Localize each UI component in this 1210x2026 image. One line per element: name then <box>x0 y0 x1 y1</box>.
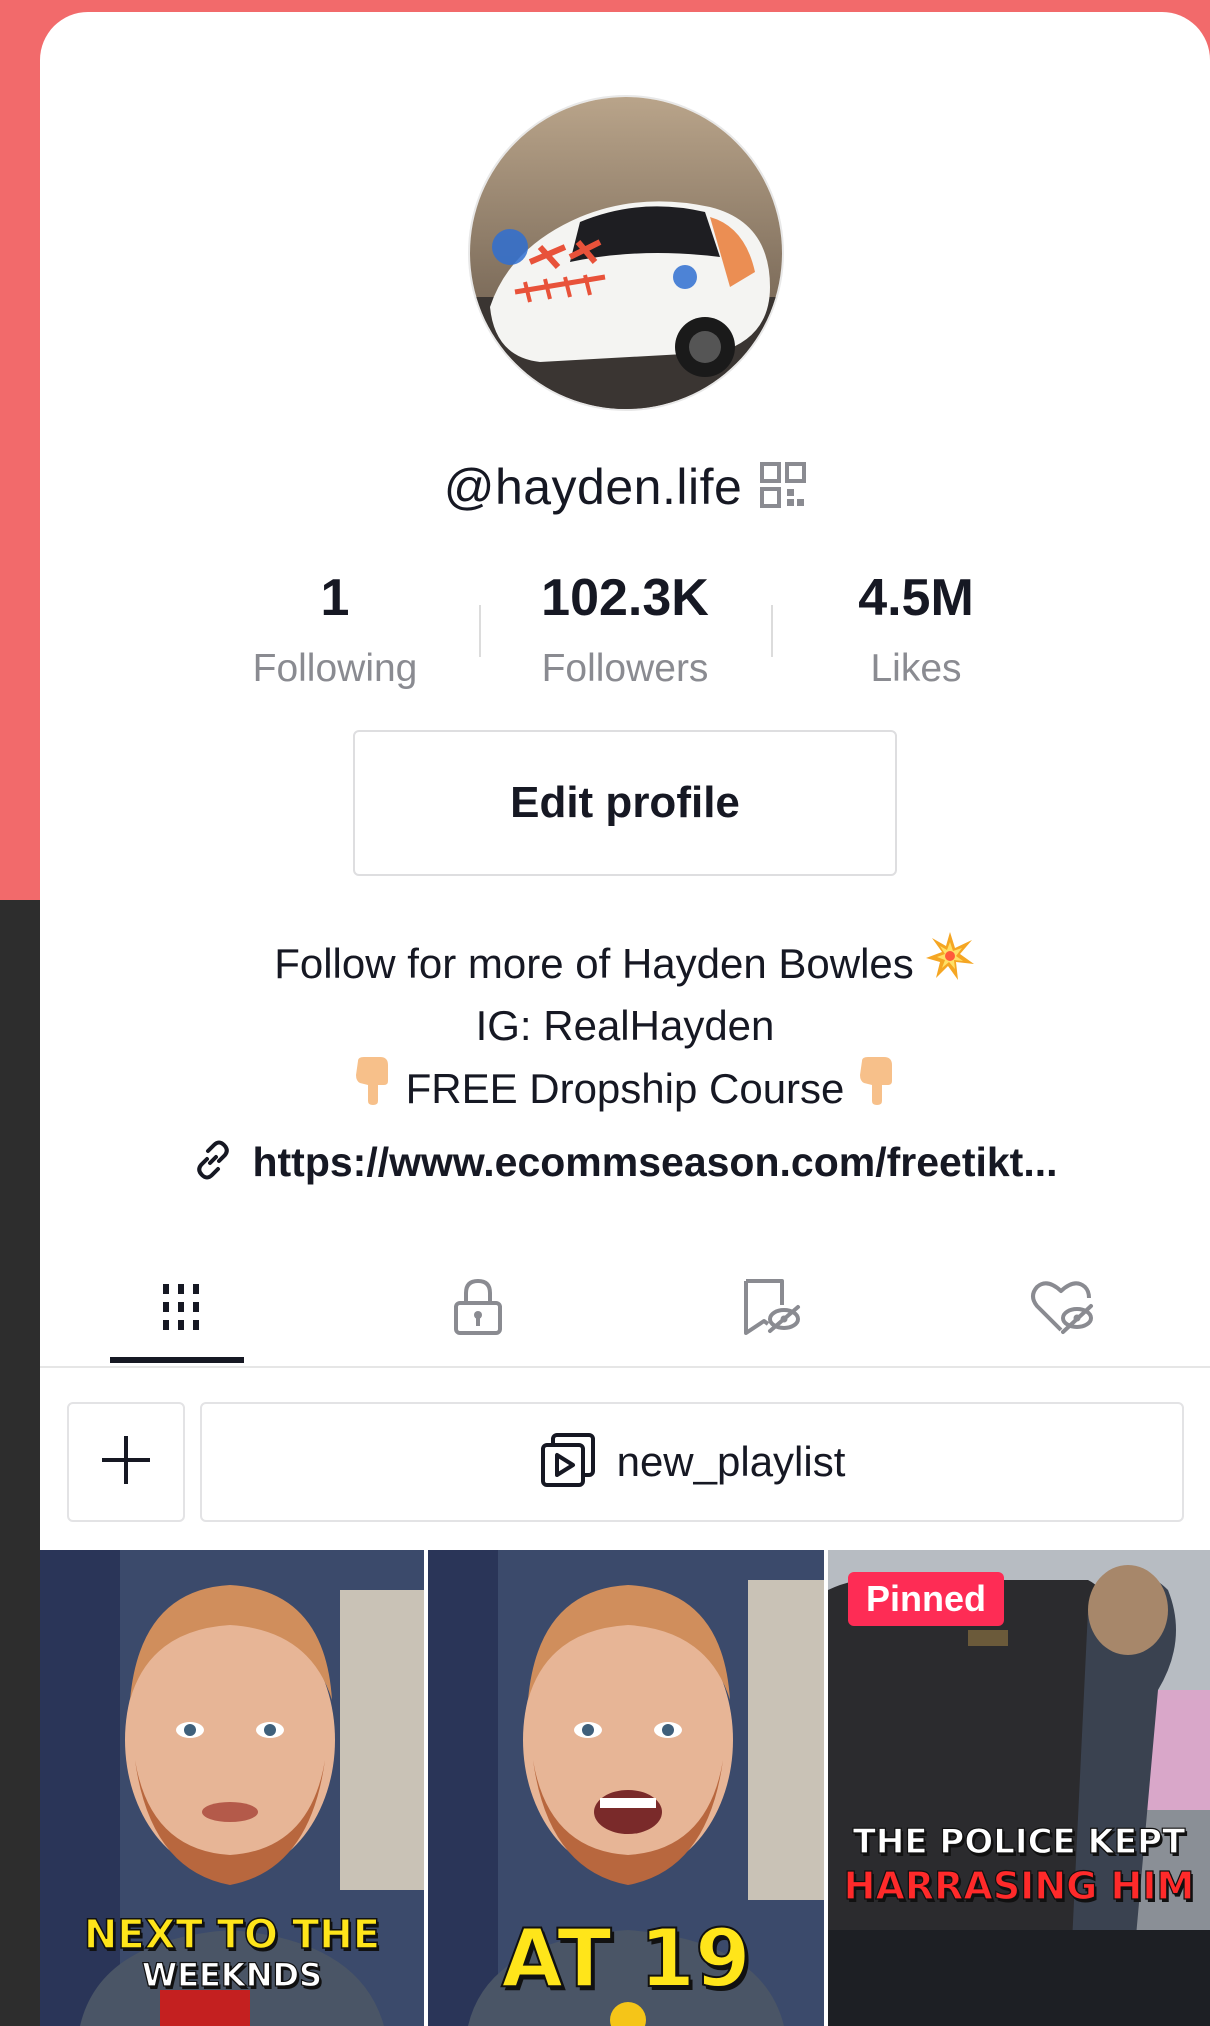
pointing-down-emoji-icon <box>350 1055 396 1122</box>
video-thumbnail-2[interactable]: AT 19 <box>428 1550 824 2026</box>
stat-followers[interactable]: 102.3K Followers <box>495 567 755 699</box>
new-playlist-button[interactable]: new_playlist <box>200 1402 1184 1522</box>
qr-code-icon[interactable] <box>760 461 807 513</box>
stat-divider <box>479 605 481 657</box>
profile-tabs <box>40 1252 1210 1368</box>
bio-text-2: IG: RealHayden <box>475 1002 775 1049</box>
lock-icon <box>450 1277 506 1342</box>
tab-videos[interactable] <box>40 1252 332 1366</box>
video-1-caption-line-2: WEEKNDS <box>141 1955 323 1994</box>
username: @hayden.life <box>443 459 743 515</box>
link-icon <box>192 1139 234 1186</box>
bio-line-2: IG: RealHayden <box>40 997 1210 1055</box>
tab-private[interactable] <box>332 1252 624 1366</box>
collision-emoji-icon <box>924 930 976 997</box>
followers-count: 102.3K <box>541 569 709 627</box>
following-label: Following <box>252 647 418 690</box>
edit-profile-button[interactable]: Edit profile <box>353 730 897 876</box>
bio: Follow for more of Hayden Bowles IG: Rea… <box>40 930 1210 1122</box>
active-tab-indicator <box>110 1357 244 1363</box>
video-3-caption-line-1: THE POLICE KEPT <box>852 1821 1186 1862</box>
playlist-label: new_playlist <box>616 1438 846 1485</box>
video-thumbnail-1[interactable]: NEXT TO THE WEEKNDS <box>40 1550 424 2026</box>
pinned-badge: Pinned <box>848 1572 1005 1626</box>
followers-label: Followers <box>541 647 709 690</box>
bio-text-1: Follow for more of Hayden Bowles <box>274 939 914 987</box>
bio-line-1: Follow for more of Hayden Bowles <box>40 930 1210 997</box>
video-2-caption: AT 19 <box>500 1911 751 2006</box>
profile-stats: 1 Following 102.3K Followers 4.5M Likes <box>40 567 1210 707</box>
link-text: https://www.ecommseason.com/freetikt... <box>252 1138 1058 1185</box>
likes-label: Likes <box>870 647 962 690</box>
likes-count: 4.5M <box>858 569 974 627</box>
heart-hidden-icon <box>1029 1278 1095 1341</box>
playlist-icon <box>539 1431 597 1494</box>
stat-likes[interactable]: 4.5M Likes <box>786 567 1046 699</box>
plus-icon <box>98 1432 154 1493</box>
avatar-car-image <box>470 97 782 409</box>
bio-line-3: FREE Dropship Course <box>40 1055 1210 1122</box>
video-thumbnail-3[interactable]: Pinned THE POLICE KEPT HARRASING HIM <box>828 1550 1210 2026</box>
pointing-down-emoji-icon <box>854 1055 900 1122</box>
username-row: @hayden.life <box>40 452 1210 522</box>
stat-divider <box>771 605 773 657</box>
bookmark-hidden-icon <box>738 1277 802 1342</box>
bio-text-3: FREE Dropship Course <box>405 1064 845 1112</box>
video-1-caption-line-1: NEXT TO THE <box>83 1911 381 1959</box>
bio-link[interactable]: https://www.ecommseason.com/freetikt... <box>40 1130 1210 1194</box>
tab-liked[interactable] <box>916 1252 1208 1366</box>
add-playlist-button[interactable] <box>67 1402 185 1522</box>
avatar[interactable] <box>468 95 784 411</box>
profile-card: @hayden.life 1 Following 102.3K Follower… <box>40 12 1210 2026</box>
video-3-caption-line-2: HARRASING HIM <box>843 1863 1195 1908</box>
following-count: 1 <box>320 569 350 627</box>
stat-following[interactable]: 1 Following <box>205 567 465 699</box>
tab-favorites[interactable] <box>624 1252 916 1366</box>
videos-grid-icon <box>159 1280 213 1339</box>
